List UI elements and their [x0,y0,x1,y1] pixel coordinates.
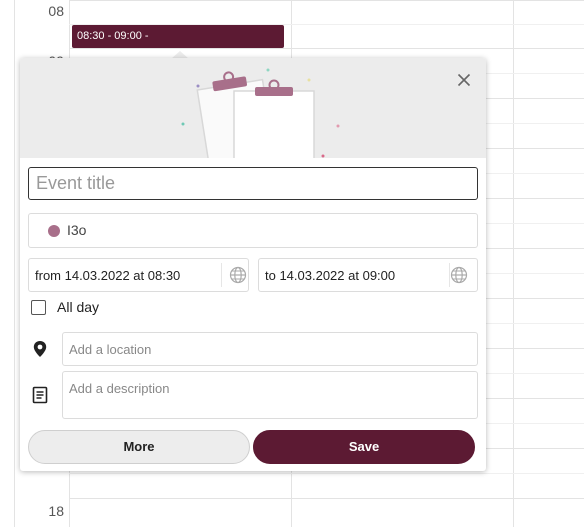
description-icon [32,386,48,404]
end-date-text: to 14.03.2022 at 09:00 [265,268,396,283]
timezone-divider [221,263,222,287]
description-input[interactable] [62,371,478,419]
globe-icon[interactable] [450,266,468,284]
hour-label: 18 [48,503,64,519]
location-pin-icon [33,341,47,357]
calendar-color-dot [48,225,60,237]
location-input[interactable] [62,332,478,366]
close-button[interactable] [454,70,474,90]
calendar-picker[interactable]: I3o [28,213,478,248]
grid-gutter-line [14,0,15,527]
clipboard-illustration [181,68,340,158]
calendar-name: I3o [67,222,87,238]
calendar-event[interactable]: 08:30 - 09:00 - [72,25,284,48]
popup-header [20,58,486,158]
start-date-picker[interactable]: from 14.03.2022 at 08:30 [28,258,249,292]
grid-hour-line [69,498,584,499]
new-event-popup: I3o from 14.03.2022 at 08:30 to 14.03.20… [20,58,486,471]
hour-label: 08 [48,3,64,19]
globe-icon[interactable] [229,266,247,284]
grid-hour-line [69,48,584,49]
event-title-input[interactable] [28,167,478,200]
all-day-checkbox[interactable] [31,300,46,315]
start-date-text: from 14.03.2022 at 08:30 [35,268,181,283]
grid-half-hour-line [69,473,584,474]
save-button[interactable]: Save [253,430,475,464]
all-day-label[interactable]: All day [57,299,99,315]
more-button[interactable]: More [28,430,250,464]
close-icon [457,73,471,87]
end-date-picker[interactable]: to 14.03.2022 at 09:00 [258,258,478,292]
grid-hour-line [69,0,584,1]
